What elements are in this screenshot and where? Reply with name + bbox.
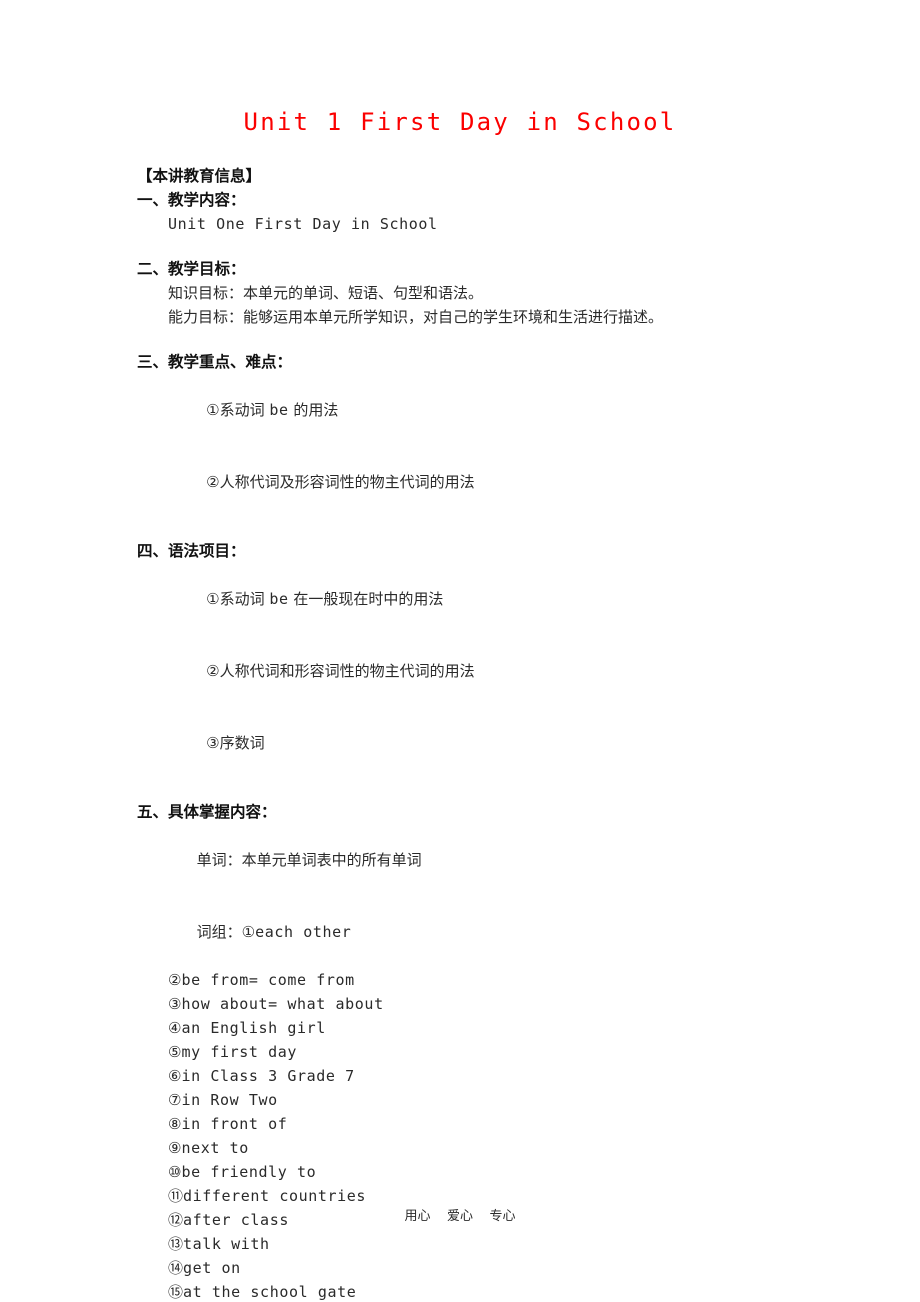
list-marker: ③ [168, 995, 182, 1013]
phrase-text: get on [183, 1259, 241, 1277]
list-item: ①系动词 be 在一般现在时中的用法 [168, 563, 837, 635]
phrase-text: each other [255, 923, 352, 941]
list-marker: ① [206, 590, 220, 608]
list-item: ④an English girl [168, 1016, 837, 1040]
list-item-pre: 序数词 [219, 734, 265, 752]
bracket-heading: 【本讲教育信息】 [137, 167, 262, 185]
section-heading-one: 一、教学内容： [137, 191, 246, 209]
list-item: ⑮at the school gate [168, 1280, 837, 1302]
list-item-pre: 人称代词及形容词性的物主代词的用法 [219, 473, 475, 491]
list-item: ⑭get on [168, 1256, 837, 1280]
section-four-list: ①系动词 be 在一般现在时中的用法 ②人称代词和形容词性的物主代词的用法 ③序… [137, 563, 837, 779]
list-marker: ④ [168, 1019, 182, 1037]
list-item: ⑤my first day [168, 1040, 837, 1064]
phrase-text: in Class 3 Grade 7 [181, 1067, 355, 1085]
list-marker: ⑩ [168, 1163, 182, 1181]
phrase-text: in Row Two [181, 1091, 278, 1109]
page-footer: 用心 爱心 专心 [404, 1209, 516, 1224]
list-marker: ⑥ [168, 1067, 182, 1085]
words-value: 本单元单词表中的所有单词 [241, 851, 422, 869]
section-heading-five: 五、具体掌握内容： [137, 803, 277, 821]
phrase-text: an English girl [181, 1019, 326, 1037]
list-marker: ⑤ [168, 1043, 182, 1061]
phrase-text: in front of [181, 1115, 288, 1133]
list-item-en: be [269, 590, 289, 608]
section-heading-four: 四、语法项目： [137, 542, 246, 560]
words-row: 单词：本单元单词表中的所有单词 [137, 824, 837, 896]
list-marker: ⑭ [168, 1259, 184, 1277]
phrase-text: talk with [183, 1235, 270, 1253]
list-marker: ① [206, 401, 220, 419]
phrase-text: how about= what about [181, 995, 384, 1013]
section-heading-three: 三、教学重点、难点： [137, 353, 293, 371]
phrase-text: be friendly to [181, 1163, 317, 1181]
section-heading-two: 二、教学目标： [137, 260, 246, 278]
page-title: Unit 1 First Day in School [243, 108, 677, 136]
list-marker: ② [206, 473, 220, 491]
list-item: ⑬talk with [168, 1232, 837, 1256]
phrase-text: next to [181, 1139, 249, 1157]
phrase-text: be from= come from [181, 971, 355, 989]
list-marker: ② [168, 971, 182, 989]
list-marker: ⑬ [168, 1235, 184, 1253]
phrase-text: different countries [183, 1187, 366, 1205]
words-label: 单词： [196, 851, 242, 869]
list-item: ①系动词 be 的用法 [168, 374, 837, 446]
list-item-pre: 人称代词和形容词性的物主代词的用法 [219, 662, 475, 680]
list-marker: ① [241, 923, 256, 941]
document-page: Unit 1 First Day in School 【本讲教育信息】 一、教学… [0, 0, 920, 1302]
list-item-pre: 系动词 [219, 401, 270, 419]
list-item: ⑩be friendly to [168, 1160, 837, 1184]
list-item: ⑧in front of [168, 1112, 837, 1136]
list-item: ②人称代词及形容词性的物主代词的用法 [168, 446, 837, 518]
list-marker: ③ [206, 734, 220, 752]
phrase-list: ②be from= come from ③how about= what abo… [137, 968, 837, 1302]
knowledge-goal-line: 知识目标：本单元的单词、短语、句型和语法。 [168, 284, 484, 302]
list-item: ⑨next to [168, 1136, 837, 1160]
ability-goal-line: 能力目标：能够运用本单元所学知识，对自己的学生环境和生活进行描述。 [168, 308, 664, 326]
list-item: ⑥in Class 3 Grade 7 [168, 1064, 837, 1088]
list-item-pre: 系动词 [219, 590, 270, 608]
list-item-post: 在一般现在时中的用法 [288, 590, 444, 608]
list-item-post: 的用法 [288, 401, 339, 419]
list-item: ③how about= what about [168, 992, 837, 1016]
list-marker: ⑪ [168, 1187, 184, 1205]
section-one-content: Unit One First Day in School [168, 215, 438, 233]
list-marker: ⑧ [168, 1115, 182, 1133]
document-body: 【本讲教育信息】 一、教学内容： Unit One First Day in S… [137, 164, 837, 1302]
phrases-label: 词组： [196, 923, 242, 941]
list-marker: ⑮ [168, 1283, 184, 1301]
list-item: ②be from= come from [168, 968, 837, 992]
phrase-text: my first day [181, 1043, 298, 1061]
phrases-first-row: 词组：①each other [137, 896, 837, 968]
list-item: ③序数词 [168, 707, 837, 779]
list-item-en: be [269, 401, 289, 419]
list-item: ⑦in Row Two [168, 1088, 837, 1112]
list-marker: ⑨ [168, 1139, 182, 1157]
phrase-text: at the school gate [183, 1283, 357, 1301]
list-marker: ⑦ [168, 1091, 182, 1109]
list-marker: ② [206, 662, 220, 680]
list-item: ②人称代词和形容词性的物主代词的用法 [168, 635, 837, 707]
section-three-list: ①系动词 be 的用法 ②人称代词及形容词性的物主代词的用法 [137, 374, 837, 518]
